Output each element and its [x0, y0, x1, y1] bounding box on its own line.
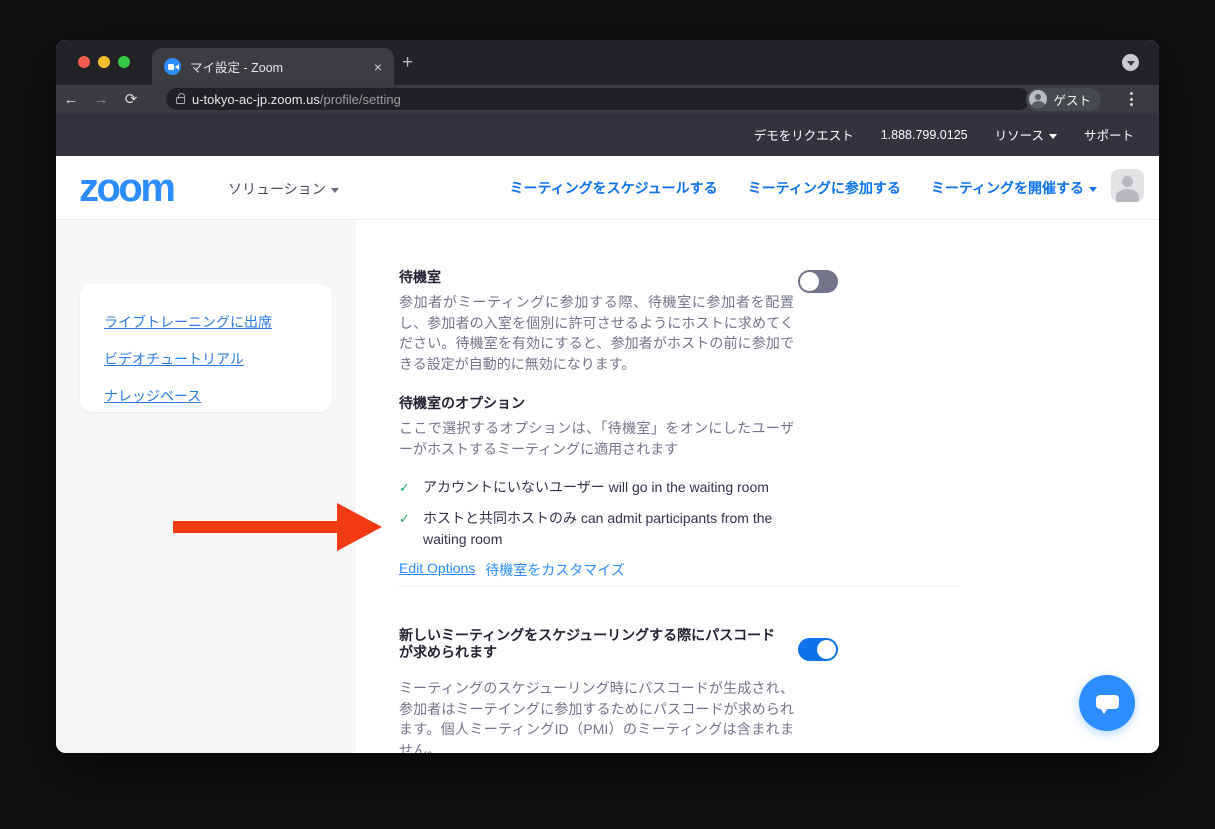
tab-close-icon[interactable]: × [374, 59, 382, 75]
sidebar-card: ライブトレーニングに出席 ビデオチュートリアル ナレッジベース [80, 284, 332, 412]
profile-guest-button[interactable]: ゲスト [1026, 88, 1101, 111]
waiting-room-toggle[interactable] [798, 270, 838, 293]
sidebar-link-knowledge-base[interactable]: ナレッジベース [104, 378, 332, 415]
zoom-site-header: zoom ソリューション ミーティングをスケジュールする ミーティングに参加する… [56, 156, 1159, 220]
header-links: ミーティングをスケジュールする ミーティングに参加する ミーティングを開催する [509, 178, 1097, 198]
annotation-arrow-icon [173, 503, 382, 551]
option-item-host-cohost: ✓ホストと共同ホストのみ can admit participants from… [399, 508, 779, 550]
lock-icon[interactable] [176, 97, 185, 104]
chevron-down-icon [1089, 187, 1097, 192]
url-text: u-tokyo-ac-jp.zoom.us/profile/setting [192, 92, 401, 107]
forward-icon: → [86, 91, 116, 108]
chevron-down-icon [1049, 134, 1057, 139]
minimize-window-button[interactable] [98, 56, 110, 68]
address-bar[interactable]: u-tokyo-ac-jp.zoom.us/profile/setting [166, 88, 1030, 110]
chat-fab-button[interactable] [1079, 675, 1135, 731]
guest-label: ゲスト [1053, 90, 1091, 109]
section-divider [399, 586, 959, 587]
browser-menu-icon[interactable] [1130, 92, 1133, 106]
solutions-menu[interactable]: ソリューション [228, 179, 339, 199]
passcode-toggle[interactable] [798, 638, 838, 661]
option-item-unaccounted-users: ✓アカウントにいないユーザー will go in the waiting ro… [399, 477, 779, 498]
back-icon[interactable]: ← [56, 91, 86, 108]
browser-window: マイ設定 - Zoom × + ← → ⟳ u-tokyo-ac-jp.zoom… [56, 40, 1159, 753]
tab-title: マイ設定 - Zoom [190, 57, 365, 76]
schedule-meeting-link[interactable]: ミーティングをスケジュールする [509, 178, 717, 198]
user-avatar[interactable] [1111, 169, 1144, 202]
chat-bubble-tail [1100, 708, 1108, 714]
browser-toolbar: ← → ⟳ u-tokyo-ac-jp.zoom.us/profile/sett… [56, 85, 1159, 113]
resources-menu[interactable]: リソース [995, 125, 1057, 144]
zoom-logo[interactable]: zoom [79, 164, 173, 212]
join-meeting-link[interactable]: ミーティングに参加する [748, 178, 901, 198]
customize-waiting-room-link[interactable]: 待機室をカスタマイズ [485, 560, 625, 580]
phone-number[interactable]: 1.888.799.0125 [881, 128, 968, 142]
waiting-room-description: 参加者がミーティングに参加する際、待機室に参加者を配置し、参加者の入室を個別に許… [399, 292, 794, 374]
browser-tab[interactable]: マイ設定 - Zoom × [152, 48, 394, 85]
chevron-down-icon [331, 188, 339, 193]
check-icon: ✓ [399, 511, 410, 526]
waiting-room-links: Edit Options 待機室をカスタマイズ [399, 560, 625, 580]
passcode-description: ミーティングのスケジューリング時にパスコードが生成され、参加者はミーテイングに参… [399, 678, 794, 753]
close-window-button[interactable] [78, 56, 90, 68]
waiting-room-options-description: ここで選択するオプションは、「待機室」をオンにしたユーザーがホストするミーティン… [399, 418, 794, 459]
waiting-room-title: 待機室 [399, 269, 441, 286]
passcode-title: 新しいミーティングをスケジューリングする際にパスコードが求められます [399, 627, 784, 661]
check-icon: ✓ [399, 480, 410, 495]
tab-strip: マイ設定 - Zoom × + [56, 40, 1159, 85]
guest-avatar-icon [1029, 90, 1047, 108]
zoom-window-button[interactable] [118, 56, 130, 68]
page-content: ライブトレーニングに出席 ビデオチュートリアル ナレッジベース 待機室 参加者が… [56, 220, 1159, 753]
new-tab-button[interactable]: + [402, 52, 413, 74]
chat-bubble-icon [1096, 695, 1119, 709]
request-demo-link[interactable]: デモをリクエスト [754, 125, 854, 144]
edit-options-link[interactable]: Edit Options [399, 560, 475, 580]
waiting-room-options-title: 待機室のオプション [399, 395, 525, 412]
sidebar-link-video-tutorials[interactable]: ビデオチュートリアル [104, 341, 332, 378]
settings-main: 待機室 参加者がミーティングに参加する際、待機室に参加者を配置し、参加者の入室を… [356, 220, 1159, 753]
zoom-top-nav: デモをリクエスト 1.888.799.0125 リソース サポート [56, 113, 1159, 156]
reload-icon[interactable]: ⟳ [116, 90, 146, 108]
left-sidebar: ライブトレーニングに出席 ビデオチュートリアル ナレッジベース [56, 220, 356, 753]
sidebar-link-live-training[interactable]: ライブトレーニングに出席 [104, 304, 332, 341]
host-meeting-menu[interactable]: ミーティングを開催する [931, 178, 1097, 198]
url-domain: u-tokyo-ac-jp.zoom.us [192, 92, 320, 107]
download-indicator-icon[interactable] [1122, 54, 1139, 71]
zoom-favicon-icon [164, 58, 181, 75]
support-link[interactable]: サポート [1084, 125, 1134, 144]
url-path: /profile/setting [320, 92, 401, 107]
